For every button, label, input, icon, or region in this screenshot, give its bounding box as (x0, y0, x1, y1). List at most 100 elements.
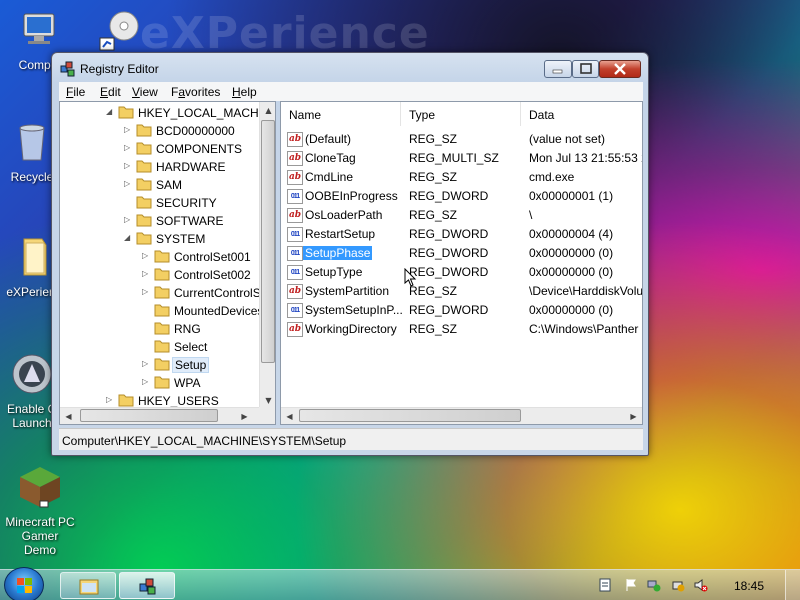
value-type: REG_SZ (409, 322, 458, 336)
value-name: OsLoaderPath (305, 208, 383, 222)
taskbar-registry-editor-button[interactable] (119, 572, 175, 599)
taskbar-clock[interactable]: 18:45 (734, 579, 764, 593)
tree-node[interactable]: Select (60, 338, 259, 356)
title-bar[interactable]: Registry Editor (52, 53, 648, 83)
tree-node[interactable]: ◢ SYSTEM (60, 230, 259, 248)
registry-value-row[interactable]: ab WorkingDirectory REG_SZ C:\Windows\Panth… (281, 319, 642, 338)
value-type: REG_DWORD (409, 265, 489, 279)
tree-node[interactable]: ▷ Setup (60, 356, 259, 374)
folder-icon (136, 123, 152, 137)
registry-value-row[interactable]: ab OsLoaderPath REG_SZ \ (281, 205, 642, 224)
column-header-name[interactable]: Name (281, 102, 401, 126)
tree-node[interactable]: ▷ COMPONENTS (60, 140, 259, 158)
collapsed-arrow-icon[interactable]: ▷ (124, 215, 134, 225)
registry-value-row[interactable]: ab CloneTag REG_MULTI_SZ Mon Jul 13 21:55:5… (281, 148, 642, 167)
tree-node[interactable]: ▷ SOFTWARE (60, 212, 259, 230)
key-tree-pane[interactable]: ◢ HKEY_LOCAL_MACHINE ▷ BCD00000000 ▷ COMPONEN… (59, 101, 276, 425)
tree-node[interactable]: ▷ SAM (60, 176, 259, 194)
registry-value-row[interactable]: 011 SystemSetupInP... REG_DWORD 0x00000000 … (281, 300, 642, 319)
tree-node-label: MountedDevices (174, 304, 264, 318)
menu-file[interactable]: File (66, 85, 85, 99)
folder-icon (154, 303, 170, 317)
value-name: SetupPhase (303, 246, 373, 260)
collapsed-arrow-icon[interactable]: ▷ (142, 251, 152, 261)
tree-node[interactable]: SECURITY (60, 194, 259, 212)
maximize-button[interactable] (572, 60, 599, 78)
folder-icon (118, 105, 134, 119)
registry-value-row[interactable]: 011 SetupPhase REG_DWORD 0x00000000 (0) (281, 243, 642, 262)
tree-node[interactable]: ◢ HKEY_LOCAL_MACHINE (60, 104, 275, 122)
string-value-icon: ab (287, 284, 303, 299)
tree-hscroll-thumb[interactable] (80, 409, 218, 422)
tree-node[interactable]: MountedDevices (60, 302, 263, 320)
registry-value-row[interactable]: 011 RestartSetup REG_DWORD 0x00000004 (4) (281, 224, 642, 243)
folder-icon (136, 213, 152, 227)
tree-node[interactable]: ▷ BCD00000000 (60, 122, 259, 140)
value-name: SetupType (305, 265, 363, 279)
network-icon[interactable] (647, 578, 661, 592)
collapsed-arrow-icon[interactable]: ▷ (124, 179, 134, 189)
collapsed-arrow-icon[interactable]: ▷ (124, 161, 134, 171)
values-list-pane[interactable]: Name Type Data ab (Default) REG_SZ (value n… (280, 101, 643, 425)
folder-icon (136, 177, 152, 191)
value-data: C:\Windows\Panther (529, 322, 639, 336)
action-center-icon[interactable] (598, 578, 612, 592)
collapsed-arrow-icon[interactable]: ▷ (142, 269, 152, 279)
registry-value-row[interactable]: ab SystemPartition REG_SZ \Device\HarddiskV… (281, 281, 643, 300)
minimize-button[interactable] (544, 60, 572, 78)
start-button[interactable] (4, 567, 44, 600)
values-hscroll-thumb[interactable] (299, 409, 521, 422)
folder-icon (154, 285, 170, 299)
scroll-left-icon[interactable]: ◀ (60, 408, 77, 424)
scroll-right-icon[interactable]: ▶ (625, 408, 642, 424)
scroll-up-icon[interactable]: ▲ (260, 102, 275, 119)
tree-node[interactable]: ▷ HARDWARE (60, 158, 259, 176)
tree-node[interactable]: ▷ WPA (60, 374, 259, 392)
tree-vertical-scrollbar[interactable]: ▲ ▼ (259, 102, 275, 409)
desktop-icon-minecraft[interactable]: Minecraft PC Gamer Demo (4, 465, 76, 557)
tree-node[interactable]: ▷ ControlSet002 (60, 266, 259, 284)
value-type: REG_DWORD (409, 246, 489, 260)
collapsed-arrow-icon[interactable]: ▷ (142, 377, 152, 387)
tree-horizontal-scrollbar[interactable]: ◀ ▶ (60, 407, 259, 424)
registry-editor-icon (139, 578, 156, 595)
value-name: WorkingDirectory (305, 322, 397, 336)
registry-value-row[interactable]: 011 OOBEInProgress REG_DWORD 0x00000001 (1) (281, 186, 642, 205)
taskbar-explorer-button[interactable] (60, 572, 116, 599)
expanded-arrow-icon[interactable]: ◢ (106, 107, 116, 117)
value-name: OOBEInProgress (305, 189, 398, 203)
value-data: \Device\HarddiskVolu (529, 284, 643, 298)
tree-node-label: SECURITY (156, 196, 217, 210)
tree-node[interactable]: RNG (60, 320, 259, 338)
column-header-data[interactable]: Data (521, 102, 642, 126)
tree-node[interactable]: ▷ CurrentControlSet (60, 284, 271, 302)
expanded-arrow-icon[interactable]: ◢ (124, 233, 134, 243)
show-desktop-button[interactable] (785, 570, 800, 600)
close-button[interactable] (599, 60, 641, 78)
tree-node-label: BCD00000000 (156, 124, 235, 138)
column-header-type[interactable]: Type (401, 102, 521, 126)
window-title: Registry Editor (80, 62, 159, 76)
scroll-left-icon[interactable]: ◀ (281, 408, 298, 424)
registry-value-row[interactable]: ab (Default) REG_SZ (value not set) (281, 129, 642, 148)
flag-icon[interactable] (624, 578, 638, 592)
values-horizontal-scrollbar[interactable]: ◀ ▶ (281, 407, 642, 424)
menu-view[interactable]: View (132, 85, 158, 99)
registry-value-row[interactable]: ab CmdLine REG_SZ cmd.exe (281, 167, 642, 186)
tree-node-label: ControlSet002 (174, 268, 251, 282)
collapsed-arrow-icon[interactable]: ▷ (142, 359, 152, 369)
tree-node[interactable]: ▷ ControlSet001 (60, 248, 259, 266)
collapsed-arrow-icon[interactable]: ▷ (124, 143, 134, 153)
power-icon[interactable] (671, 578, 685, 592)
scroll-right-icon[interactable]: ▶ (236, 408, 253, 424)
menu-edit[interactable]: Edit (100, 85, 121, 99)
desktop-icon-label: Minecraft PC Gamer Demo (5, 515, 75, 557)
collapsed-arrow-icon[interactable]: ▷ (106, 395, 116, 405)
menu-help[interactable]: Help (232, 85, 257, 99)
tree-vscroll-thumb[interactable] (261, 120, 275, 363)
registry-value-row[interactable]: 011 SetupType REG_DWORD 0x00000000 (0) (281, 262, 642, 281)
collapsed-arrow-icon[interactable]: ▷ (124, 125, 134, 135)
volume-muted-icon[interactable] (694, 578, 708, 592)
collapsed-arrow-icon[interactable]: ▷ (142, 287, 152, 297)
menu-favorites[interactable]: Favorites (171, 85, 220, 99)
